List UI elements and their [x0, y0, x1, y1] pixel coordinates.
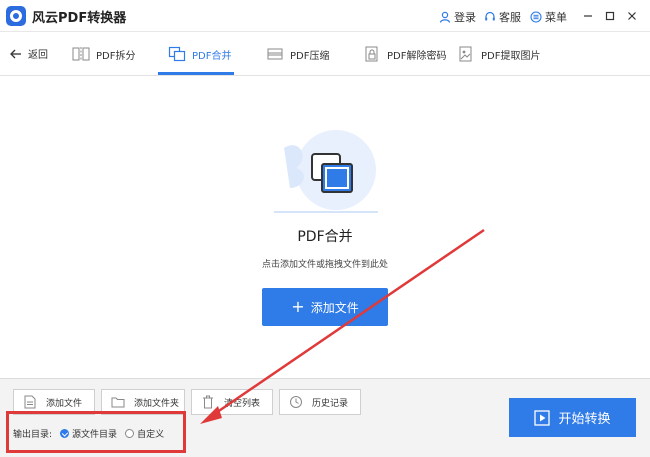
merge-illustration-icon — [274, 130, 378, 213]
service-button[interactable]: 客服 — [484, 9, 521, 25]
user-icon — [439, 11, 451, 23]
tab-pdf-merge[interactable]: PDF合并 — [168, 32, 231, 76]
close-button[interactable] — [624, 8, 640, 24]
output-custom-radio[interactable]: 自定义 — [125, 427, 164, 440]
folder-icon — [110, 394, 126, 410]
title-bar: 风云PDF转换器 登录 客服 菜单 — [0, 0, 650, 32]
tab-label: PDF提取图片 — [481, 50, 541, 62]
output-label: 输出目录: — [13, 430, 53, 440]
active-tab-indicator — [158, 72, 234, 75]
output-directory-row: 输出目录: 源文件目录 自定义 — [13, 427, 164, 440]
tab-pdf-split[interactable]: PDF拆分 — [72, 32, 135, 76]
back-label: 返回 — [28, 50, 48, 61]
tab-pdf-extract-image[interactable]: PDF提取图片 — [457, 32, 540, 76]
minimize-button[interactable] — [580, 8, 596, 24]
play-icon — [534, 409, 551, 426]
login-button[interactable]: 登录 — [439, 9, 476, 25]
add-file-button[interactable]: + 添加文件 — [262, 288, 388, 326]
app-title: 风云PDF转换器 — [32, 11, 127, 26]
trash-icon — [200, 394, 216, 410]
start-convert-label: 开始转换 — [558, 412, 611, 427]
start-convert-button[interactable]: 开始转换 — [509, 398, 636, 437]
menu-icon — [530, 11, 542, 23]
plus-icon: + — [291, 297, 305, 316]
drop-hint: 点击添加文件或拖拽文件到此处 — [261, 260, 388, 270]
add-folder-button[interactable]: 添加文件夹 — [101, 389, 185, 415]
clear-list-label: 清空列表 — [224, 398, 261, 409]
tab-pdf-unlock[interactable]: PDF解除密码 — [363, 32, 446, 76]
output-source-dir-radio[interactable]: 源文件目录 — [60, 427, 117, 440]
add-file-tool-label: 添加文件 — [46, 398, 83, 409]
tab-label: PDF解除密码 — [387, 50, 447, 62]
radio-checked-icon — [60, 429, 70, 438]
history-label: 历史记录 — [312, 398, 349, 409]
tool-tab-bar: 返回 PDF拆分 PDF合并 PDF压缩 PDF解除密码 PDF提取图片 — [0, 32, 650, 76]
file-icon — [22, 394, 38, 410]
add-file-tool-button[interactable]: 添加文件 — [13, 389, 95, 415]
maximize-icon — [605, 11, 615, 21]
add-folder-label: 添加文件夹 — [134, 398, 180, 409]
clock-icon — [288, 394, 304, 410]
unlock-icon — [363, 45, 381, 63]
radio-unchecked-icon — [125, 429, 135, 438]
back-button[interactable]: 返回 — [10, 46, 48, 61]
login-label: 登录 — [454, 11, 476, 24]
split-icon — [72, 45, 90, 63]
minimize-icon — [584, 15, 592, 17]
maximize-button[interactable] — [602, 8, 618, 24]
drop-area[interactable]: PDF合并 点击添加文件或拖拽文件到此处 + 添加文件 — [0, 76, 650, 378]
tab-pdf-compress[interactable]: PDF压缩 — [266, 32, 329, 76]
history-button[interactable]: 历史记录 — [279, 389, 361, 415]
add-file-label: 添加文件 — [310, 300, 359, 315]
merge-icon — [168, 45, 186, 63]
clear-list-button[interactable]: 清空列表 — [191, 389, 273, 415]
menu-button[interactable]: 菜单 — [530, 9, 567, 25]
close-icon — [628, 12, 636, 20]
radio-label: 源文件目录 — [72, 430, 118, 440]
radio-label: 自定义 — [137, 430, 165, 440]
tab-label: PDF拆分 — [96, 50, 136, 62]
bottom-panel: 添加文件 添加文件夹 清空列表 历史记录 输出目录: 源文件目录 自定义 开始转… — [0, 378, 650, 457]
service-label: 客服 — [499, 11, 521, 24]
app-logo-icon — [6, 6, 26, 26]
compress-icon — [266, 45, 284, 63]
menu-label: 菜单 — [545, 11, 567, 24]
arrow-left-icon — [10, 49, 21, 58]
extract-image-icon — [457, 45, 475, 63]
page-title: PDF合并 — [297, 229, 353, 245]
tab-label: PDF压缩 — [290, 50, 330, 62]
tab-label: PDF合并 — [192, 50, 232, 62]
headset-icon — [485, 11, 495, 21]
